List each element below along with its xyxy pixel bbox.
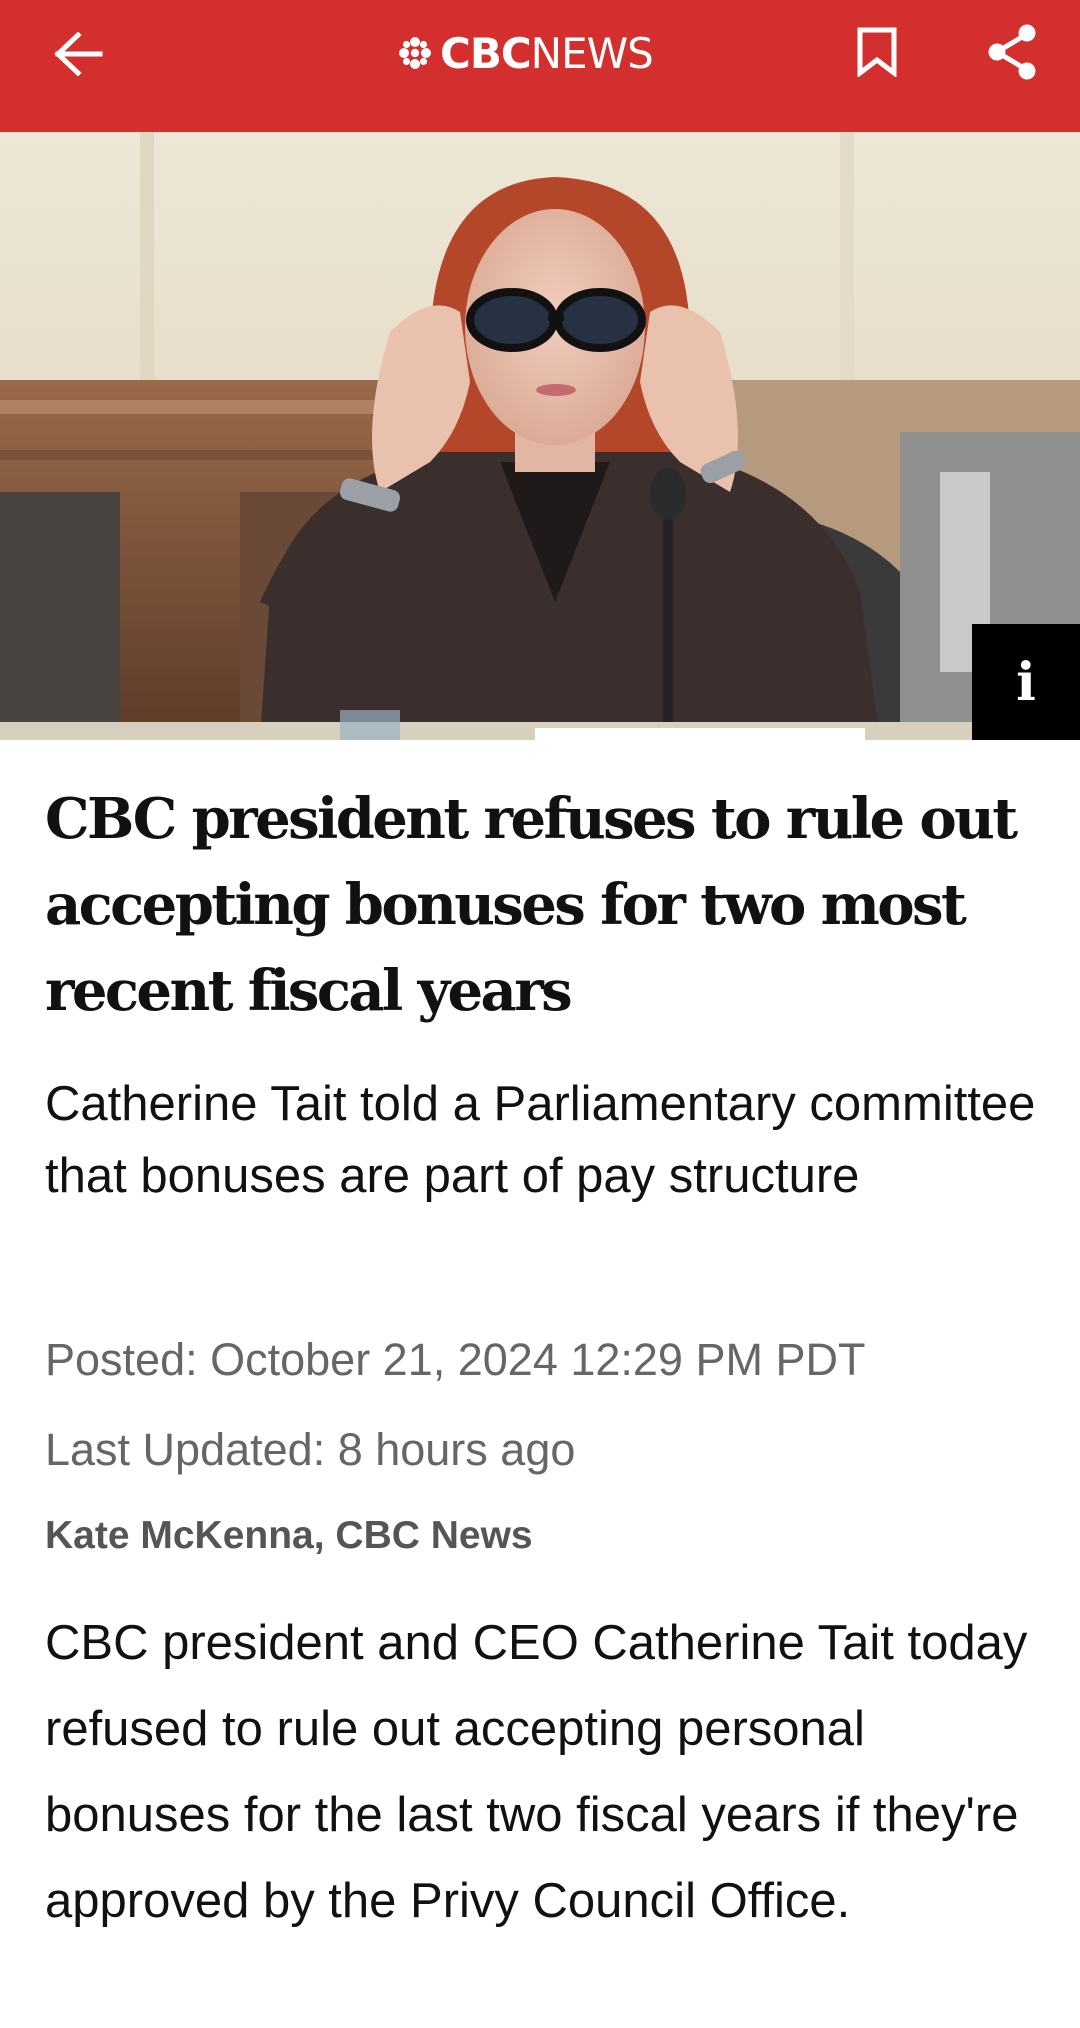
last-updated-timestamp: Last Updated: 8 hours ago	[45, 1424, 576, 1475]
cbc-gem-icon	[399, 37, 431, 69]
article-body-paragraph: CBC president and CEO Catherine Tait tod…	[45, 1616, 1028, 1928]
brand-cbc: CBC	[440, 28, 532, 78]
hero-image[interactable]	[0, 132, 1080, 740]
article-headline: CBC president refuses to rule out accept…	[45, 786, 1018, 1024]
hero-photo	[0, 132, 1080, 740]
top-app-bar: CBC NEWS	[0, 0, 1080, 132]
arrow-left-icon	[54, 32, 103, 76]
image-info-button[interactable]: i	[972, 624, 1080, 740]
cbc-news-logo: CBC NEWS	[398, 26, 654, 80]
share-button[interactable]	[982, 20, 1042, 84]
bookmark-icon	[857, 27, 897, 77]
author-byline: Kate McKenna, CBC News	[45, 1514, 533, 1557]
bookmark-button[interactable]	[850, 20, 904, 84]
brand-news: NEWS	[530, 28, 654, 78]
back-button[interactable]	[44, 26, 114, 82]
share-icon	[988, 24, 1036, 80]
posted-timestamp: Posted: October 21, 2024 12:29 PM PDT	[45, 1334, 866, 1385]
article-deck: Catherine Tait told a Parliamentary comm…	[45, 1077, 1036, 1203]
